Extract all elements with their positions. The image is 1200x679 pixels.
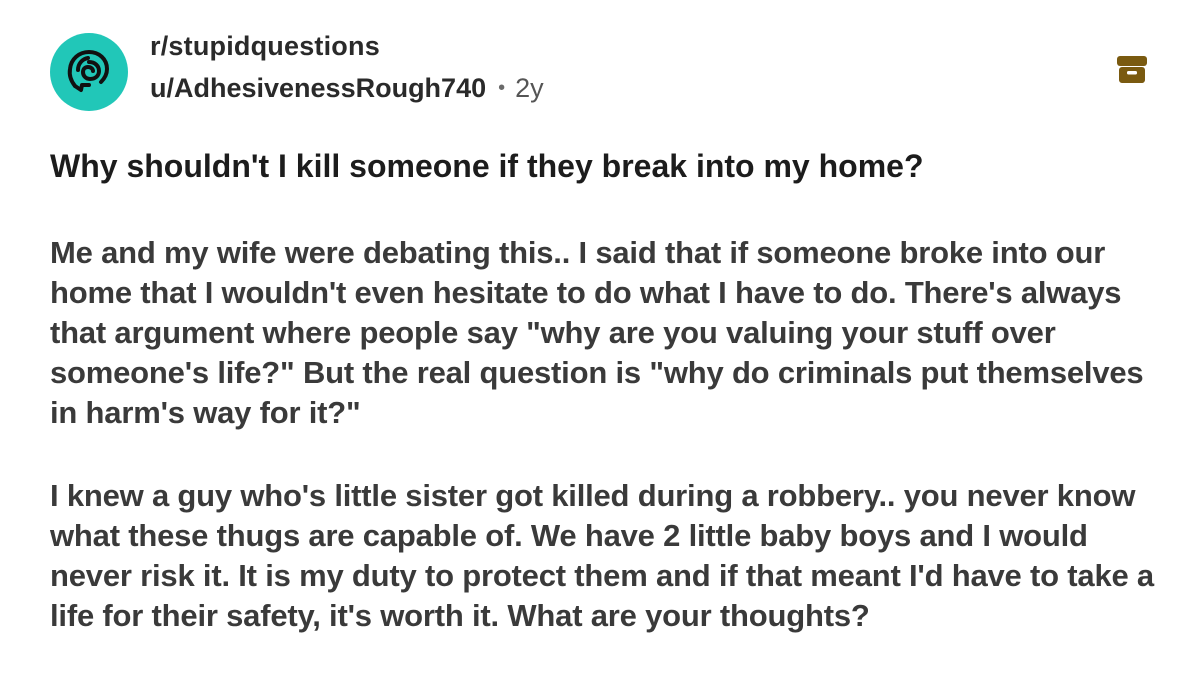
- post-header: r/stupidquestions u/AdhesivenessRough740…: [50, 28, 1150, 111]
- post-title[interactable]: Why shouldn't I kill someone if they bre…: [50, 142, 1160, 190]
- archive-box-icon: [1117, 56, 1147, 83]
- post-paragraph: Me and my wife were debating this.. I sa…: [50, 235, 1144, 430]
- subreddit-head-icon: [67, 50, 109, 92]
- archive-button[interactable]: [1115, 52, 1149, 86]
- subreddit-name[interactable]: r/stupidquestions: [150, 28, 544, 64]
- author-line: u/AdhesivenessRough740 • 2y: [150, 68, 544, 108]
- meta-separator: •: [498, 77, 506, 99]
- subreddit-avatar[interactable]: [50, 33, 128, 111]
- post-paragraph: I knew a guy who's little sister got kil…: [50, 478, 1154, 633]
- post-card: r/stupidquestions u/AdhesivenessRough740…: [0, 0, 1200, 659]
- post-meta: r/stupidquestions u/AdhesivenessRough740…: [150, 28, 544, 108]
- author-username[interactable]: u/AdhesivenessRough740: [150, 73, 486, 103]
- post-age: 2y: [515, 73, 544, 103]
- post-body: Me and my wife were debating this.. I sa…: [50, 233, 1160, 679]
